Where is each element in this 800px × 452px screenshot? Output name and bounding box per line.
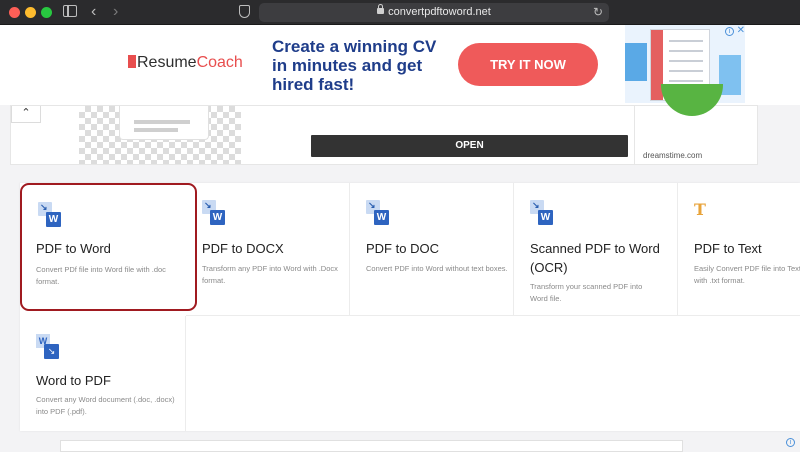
scanned-pdf-icon: ↘ W: [530, 200, 553, 225]
tool-description: Convert PDf file into Word file with .do…: [36, 265, 166, 286]
ad-info-icon[interactable]: i: [725, 27, 734, 36]
url-text: convertpdftoword.net: [388, 6, 491, 18]
ad-green-shape: [661, 84, 723, 116]
bottom-ad-strip: [60, 440, 683, 452]
ad-logo-text: Resume: [137, 54, 197, 71]
lock-icon: [377, 4, 385, 14]
resumecoach-mark-icon: [128, 55, 136, 68]
ad-banner[interactable]: ResumeCoach Create a winning CV in minut…: [120, 25, 748, 103]
text-icon: T: [694, 200, 706, 219]
tool-card-scanned-pdf-to-word[interactable]: ↘ W Scanned PDF to Word (OCR) Transform …: [514, 183, 678, 316]
ad-placeholder-card: [119, 106, 209, 140]
ad-illustration-shape: [625, 43, 647, 81]
pdf-to-docx-icon: ↘ W: [202, 200, 225, 225]
tool-description: Convert any Word document (.doc, .docx) …: [36, 395, 175, 416]
tool-description: Transform any PDF into Word with .Docx f…: [202, 264, 338, 285]
ad-cta-button[interactable]: TRY IT NOW: [458, 43, 598, 86]
url-display: convertpdftoword.net: [259, 4, 609, 18]
tool-description: Easily Convert PDF file into Text with .…: [694, 264, 800, 285]
tool-title: PDF to DOC: [366, 241, 439, 256]
tool-title: PDF to Text: [694, 241, 762, 256]
tool-card-pdf-to-word[interactable]: ↘ W PDF to Word Convert PDf file into Wo…: [20, 183, 197, 311]
collapse-ad-button[interactable]: ⌃: [11, 106, 41, 123]
browser-toolbar: ‹ › convertpdftoword.net ↻: [0, 0, 800, 25]
pdf-to-word-icon: ↘ W: [38, 202, 61, 227]
secondary-ad: ⌃ OPEN dreamstime.com: [10, 84, 758, 165]
minimize-window-button[interactable]: [25, 7, 36, 18]
tool-description: Convert PDF into Word without text boxes…: [366, 264, 508, 273]
divider: [634, 106, 635, 164]
tool-description: Transform your scanned PDF into Word fil…: [530, 282, 643, 303]
forward-arrow-icon[interactable]: ›: [113, 4, 118, 20]
ad-info-icon[interactable]: i: [786, 438, 795, 447]
privacy-shield-icon[interactable]: [239, 5, 250, 18]
ad-close-icon[interactable]: ✕: [737, 25, 745, 36]
tool-title: Word to PDF: [36, 373, 111, 388]
ad-logo-text-accent: Coach: [196, 54, 243, 71]
back-arrow-icon[interactable]: ‹: [91, 4, 96, 20]
ad-logo: ResumeCoach: [128, 54, 243, 72]
ad-open-button[interactable]: OPEN: [311, 135, 628, 157]
tool-card-word-to-pdf[interactable]: W ↘ Word to PDF Convert any Word documen…: [20, 316, 186, 431]
tool-card-pdf-to-text[interactable]: T PDF to Text Easily Convert PDF file in…: [678, 183, 800, 316]
ad-headline: Create a winning CV in minutes and get h…: [272, 37, 437, 94]
tool-card-pdf-to-doc[interactable]: ↘ W PDF to DOC Convert PDF into Word wit…: [350, 183, 514, 316]
address-bar[interactable]: convertpdftoword.net ↻: [259, 3, 609, 22]
pdf-to-doc-icon: ↘ W: [366, 200, 389, 225]
reload-icon[interactable]: ↻: [593, 5, 603, 19]
tool-title: Scanned PDF to Word (OCR): [530, 241, 660, 275]
close-window-button[interactable]: [9, 7, 20, 18]
sidebar-icon[interactable]: [63, 5, 77, 17]
tool-card-pdf-to-docx[interactable]: ↘ W PDF to DOCX Transform any PDF into W…: [186, 183, 350, 316]
word-to-pdf-icon: W ↘: [36, 334, 59, 359]
tool-title: PDF to Word: [36, 241, 111, 256]
tool-title: PDF to DOCX: [202, 241, 284, 256]
ad-source-text: dreamstime.com: [643, 151, 703, 160]
zoom-window-button[interactable]: [41, 7, 52, 18]
tools-grid: ↘ W PDF to Word Convert PDf file into Wo…: [20, 183, 800, 431]
